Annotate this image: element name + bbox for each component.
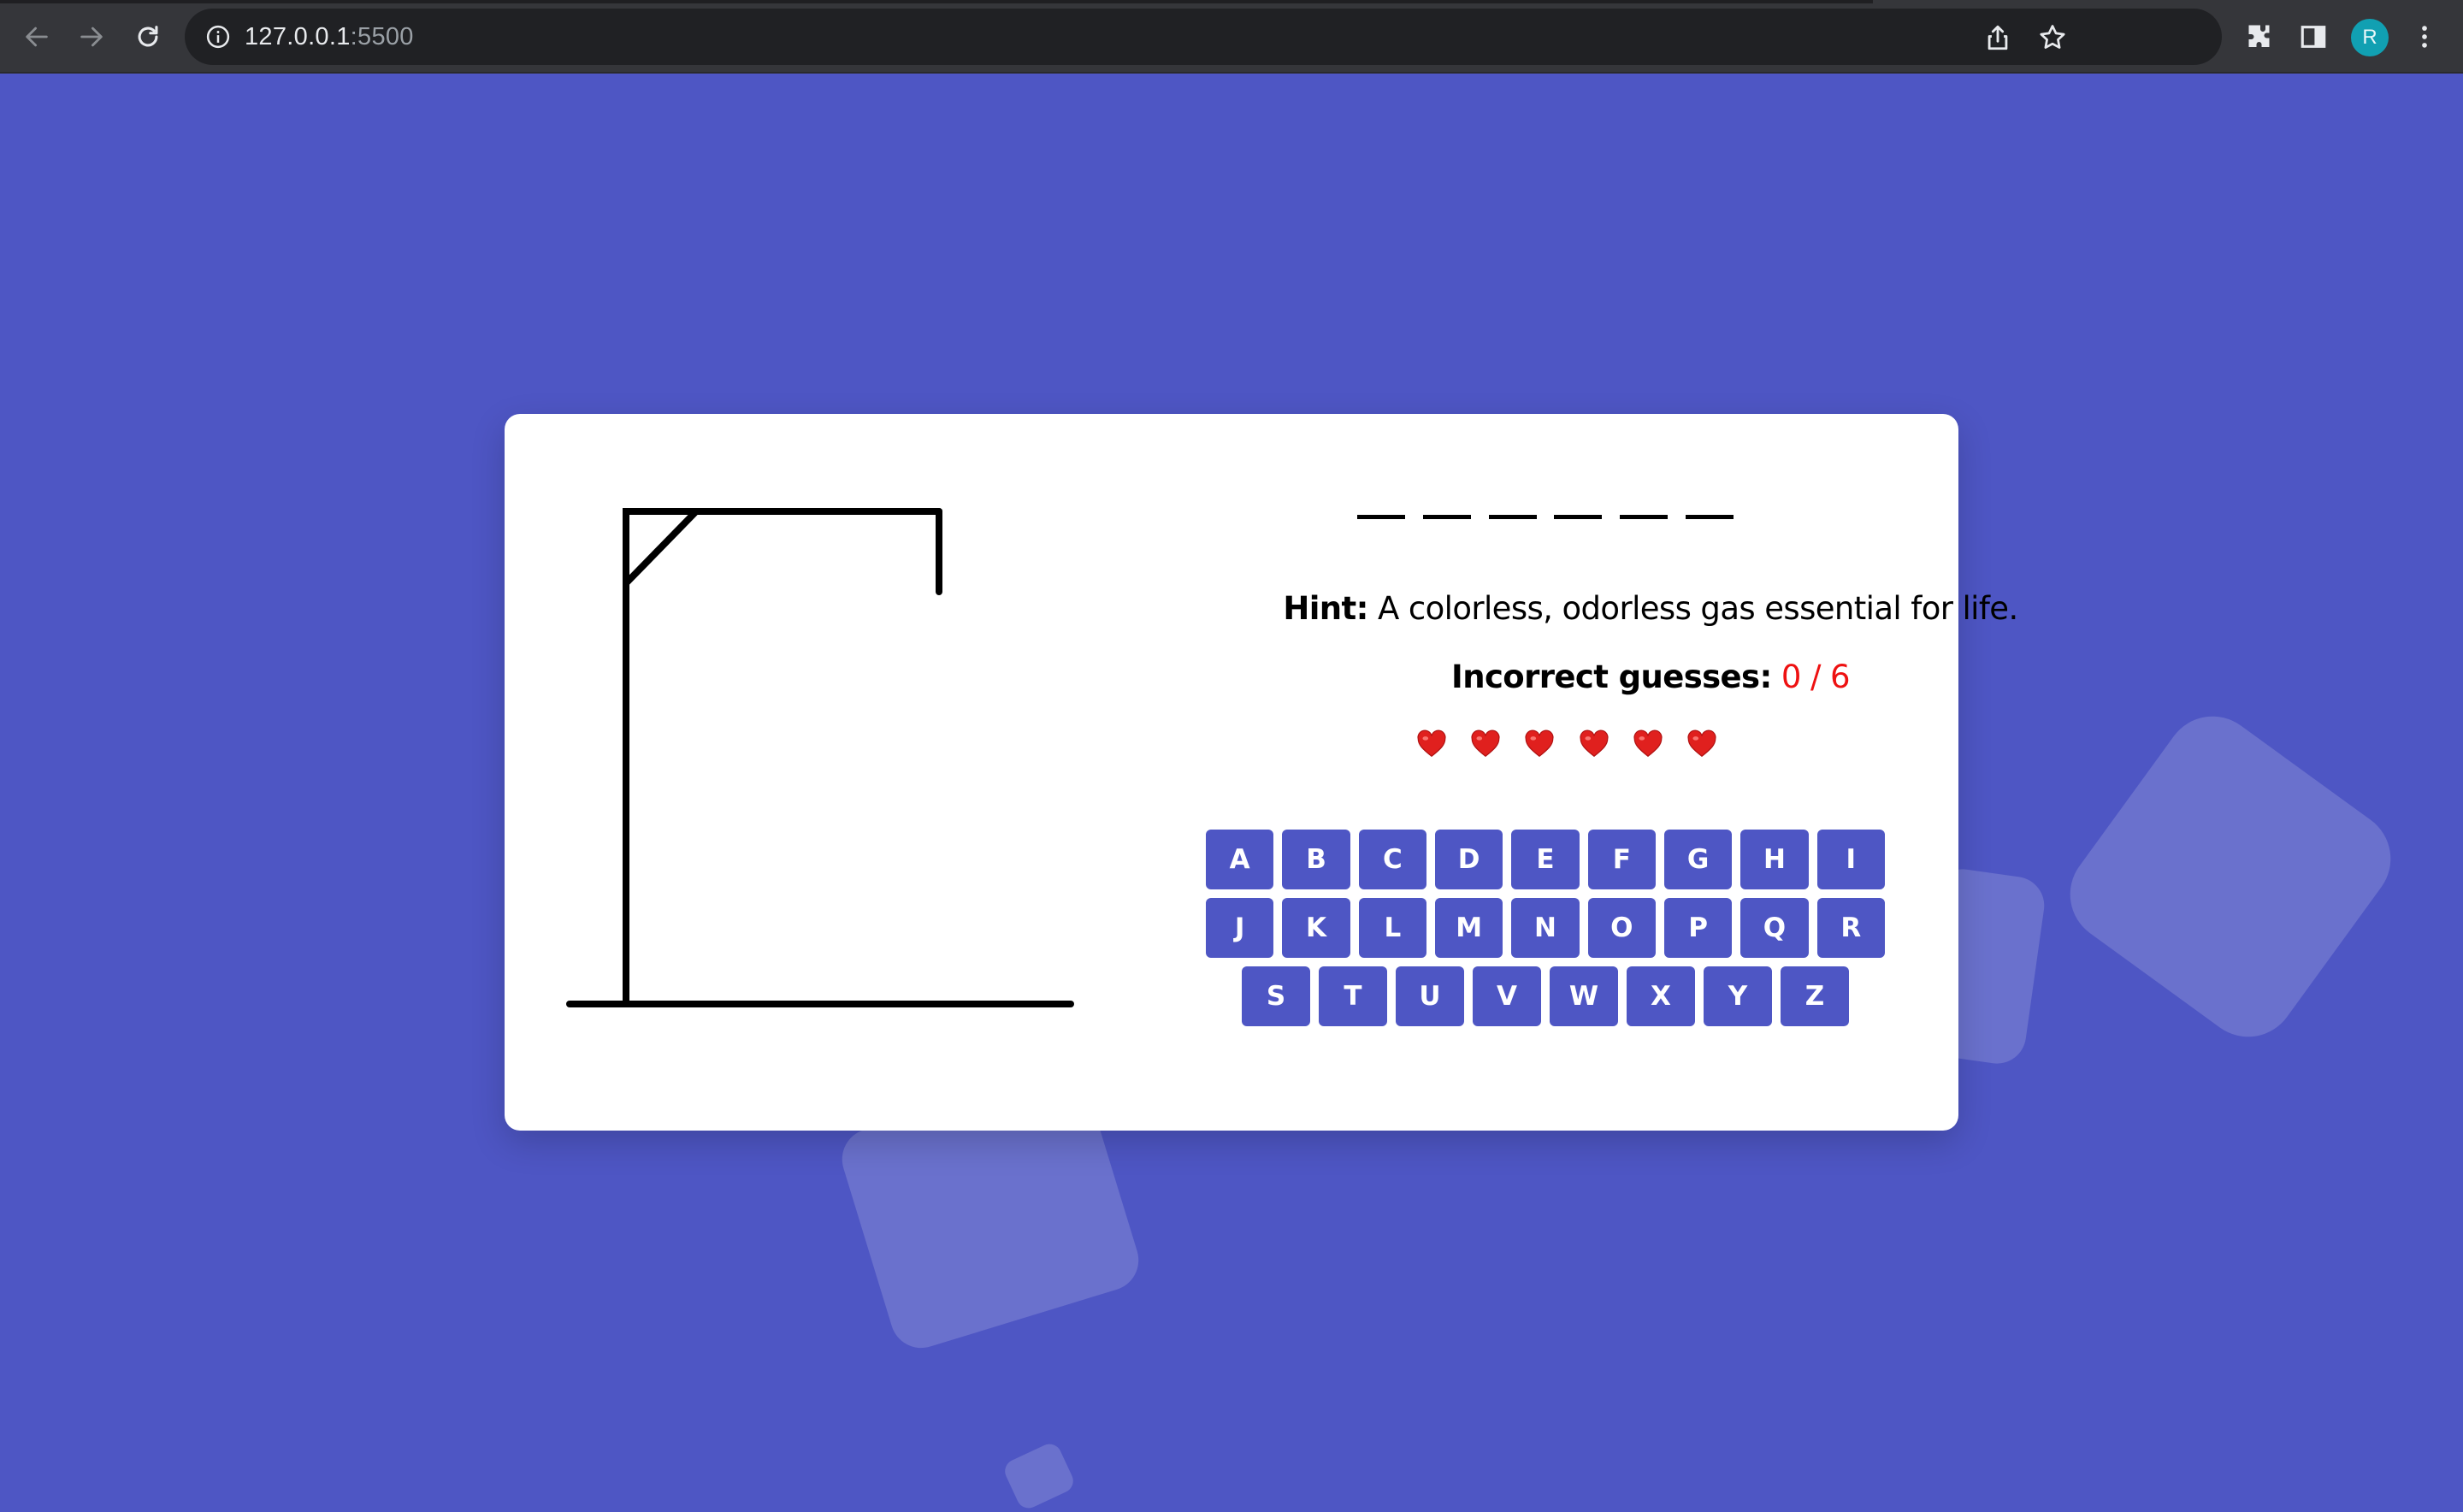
background-square: [2051, 697, 2410, 1056]
key-s[interactable]: S: [1242, 966, 1310, 1026]
letter-slot: [1422, 515, 1471, 519]
key-i[interactable]: I: [1816, 830, 1885, 889]
keyboard: ABCDEFGHI JKLMNOPQR STUVWXYZ: [1206, 830, 1885, 1035]
key-a[interactable]: A: [1206, 830, 1274, 889]
letter-slot: [1357, 515, 1405, 519]
key-l[interactable]: L: [1358, 898, 1426, 958]
menu-icon[interactable]: [2407, 19, 2442, 55]
side-panel-icon[interactable]: [2295, 19, 2331, 55]
url-port: :5500: [350, 22, 414, 50]
lives-hearts: [1416, 729, 1717, 763]
heart-icon: [1524, 729, 1555, 759]
key-m[interactable]: M: [1435, 898, 1503, 958]
url-host: 127.0.0.1: [245, 22, 351, 50]
extensions-icon[interactable]: [2242, 19, 2278, 55]
word-display: [1357, 511, 1734, 522]
letter-slot: [1488, 515, 1537, 519]
key-f[interactable]: F: [1587, 830, 1656, 889]
key-t[interactable]: T: [1319, 966, 1387, 1026]
star-icon[interactable]: [2037, 22, 2068, 53]
key-u[interactable]: U: [1396, 966, 1464, 1026]
key-q[interactable]: Q: [1740, 898, 1809, 958]
key-k[interactable]: K: [1282, 898, 1350, 958]
key-v[interactable]: V: [1473, 966, 1541, 1026]
forward-button[interactable]: [70, 15, 113, 58]
key-g[interactable]: G: [1663, 830, 1733, 889]
key-c[interactable]: C: [1358, 830, 1426, 889]
gallows-drawing: [566, 508, 1074, 1007]
info-icon[interactable]: [205, 24, 231, 50]
heart-icon: [1686, 729, 1717, 759]
hint-value: A colorless, odorless gas essential for …: [1367, 590, 2018, 627]
key-h[interactable]: H: [1740, 830, 1809, 889]
key-e[interactable]: E: [1511, 830, 1580, 889]
guesses-count: 0 / 6: [1781, 659, 1851, 695]
guesses-label: Incorrect guesses:: [1451, 659, 1772, 695]
reload-icon: [138, 26, 158, 47]
toolbar-divider: [0, 72, 2463, 74]
heart-icon: [1633, 729, 1663, 759]
key-j[interactable]: J: [1206, 898, 1274, 958]
loading-bar: [0, 0, 1873, 3]
hint-label: Hint:: [1283, 590, 1368, 627]
key-x[interactable]: X: [1627, 966, 1695, 1026]
keyboard-row: STUVWXYZ: [1206, 966, 1885, 1026]
key-p[interactable]: P: [1663, 898, 1733, 958]
key-w[interactable]: W: [1550, 966, 1618, 1026]
letter-slot: [1554, 515, 1603, 519]
background-square: [1001, 1440, 1078, 1512]
incorrect-guesses: Incorrect guesses: 0 / 6: [1206, 659, 2095, 695]
browser-toolbar: 127.0.0.1:5500 R: [0, 0, 2463, 74]
back-button[interactable]: [15, 15, 58, 58]
keyboard-row: ABCDEFGHI: [1206, 830, 1885, 889]
key-z[interactable]: Z: [1781, 966, 1849, 1026]
forward-arrow-icon: [80, 27, 103, 47]
heart-icon: [1470, 729, 1501, 759]
key-b[interactable]: B: [1282, 830, 1350, 889]
share-icon[interactable]: [1982, 22, 2013, 53]
heart-icon: [1416, 729, 1447, 759]
profile-avatar[interactable]: R: [2351, 19, 2389, 56]
key-y[interactable]: Y: [1704, 966, 1772, 1026]
letter-slot: [1685, 515, 1734, 519]
key-n[interactable]: N: [1511, 898, 1580, 958]
back-arrow-icon: [26, 27, 48, 47]
key-d[interactable]: D: [1435, 830, 1503, 889]
reload-button[interactable]: [127, 15, 169, 58]
hangman-card: Hint: A colorless, odorless gas essentia…: [505, 414, 2018, 1131]
letter-slot: [1620, 515, 1669, 519]
keyboard-row: JKLMNOPQR: [1206, 898, 1885, 958]
key-o[interactable]: O: [1587, 898, 1656, 958]
heart-icon: [1579, 729, 1610, 759]
hint-text: Hint: A colorless, odorless gas essentia…: [1206, 590, 2095, 627]
key-r[interactable]: R: [1816, 898, 1885, 958]
url-text: 127.0.0.1:5500: [245, 23, 414, 51]
address-bar[interactable]: 127.0.0.1:5500: [185, 9, 2222, 65]
